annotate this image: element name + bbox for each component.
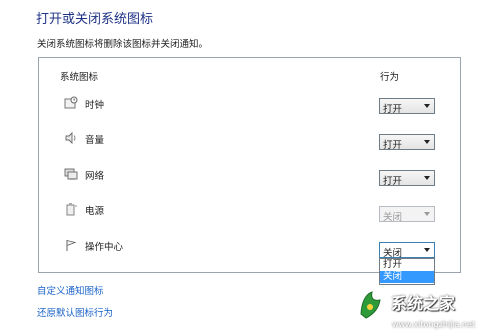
clock-behavior-value: 打开 xyxy=(383,104,403,115)
row-label-action-center: 操作中心 xyxy=(85,242,124,253)
clock-behavior-dropdown[interactable]: 打开 xyxy=(379,98,435,115)
volume-behavior-dropdown[interactable]: 打开 xyxy=(379,134,435,151)
power-behavior-dropdown: 关闭 xyxy=(379,206,435,223)
chevron-down-icon xyxy=(424,212,430,216)
action-center-behavior-dropdown[interactable]: 关闭 xyxy=(379,242,435,259)
row-label-power: 电源 xyxy=(85,206,105,217)
row-label-volume: 音量 xyxy=(85,135,105,146)
volume-behavior-value: 打开 xyxy=(383,140,403,151)
clock-icon xyxy=(64,96,78,109)
row-label-network: 网络 xyxy=(85,171,105,182)
dropdown-option-off[interactable]: 关闭 xyxy=(380,271,434,283)
chevron-down-icon xyxy=(424,176,430,180)
power-icon xyxy=(66,203,77,216)
watermark-url: www.xitongzhijia.net xyxy=(392,320,476,329)
chevron-down-icon xyxy=(424,104,430,108)
network-icon xyxy=(64,168,78,180)
dropdown-option-on[interactable]: 打开 xyxy=(380,259,434,271)
watermark-logo-icon xyxy=(360,291,381,319)
chevron-down-icon xyxy=(424,248,430,252)
watermark-brand: 系统之家 xyxy=(391,294,456,313)
chevron-down-icon xyxy=(424,140,430,144)
customize-notification-icons-link[interactable]: 自定义通知图标 xyxy=(37,283,104,297)
page-description: 关闭系统图标将删除该图标并关闭通知。 xyxy=(37,39,209,50)
action-center-dropdown-list: 打开 关闭 xyxy=(379,258,435,285)
page-title: 打开或关闭系统图标 xyxy=(36,12,154,27)
network-behavior-value: 打开 xyxy=(383,176,403,187)
column-header-system-icon: 系统图标 xyxy=(60,72,99,83)
column-header-behavior: 行为 xyxy=(380,72,400,83)
action-center-behavior-value: 关闭 xyxy=(383,248,403,259)
action-center-flag-icon xyxy=(66,239,77,251)
row-label-clock: 时钟 xyxy=(85,100,105,111)
restore-default-icon-behavior-link[interactable]: 还原默认图标行为 xyxy=(37,305,113,319)
volume-icon xyxy=(65,131,76,145)
network-behavior-dropdown[interactable]: 打开 xyxy=(379,170,435,187)
power-behavior-value: 关闭 xyxy=(383,212,403,223)
